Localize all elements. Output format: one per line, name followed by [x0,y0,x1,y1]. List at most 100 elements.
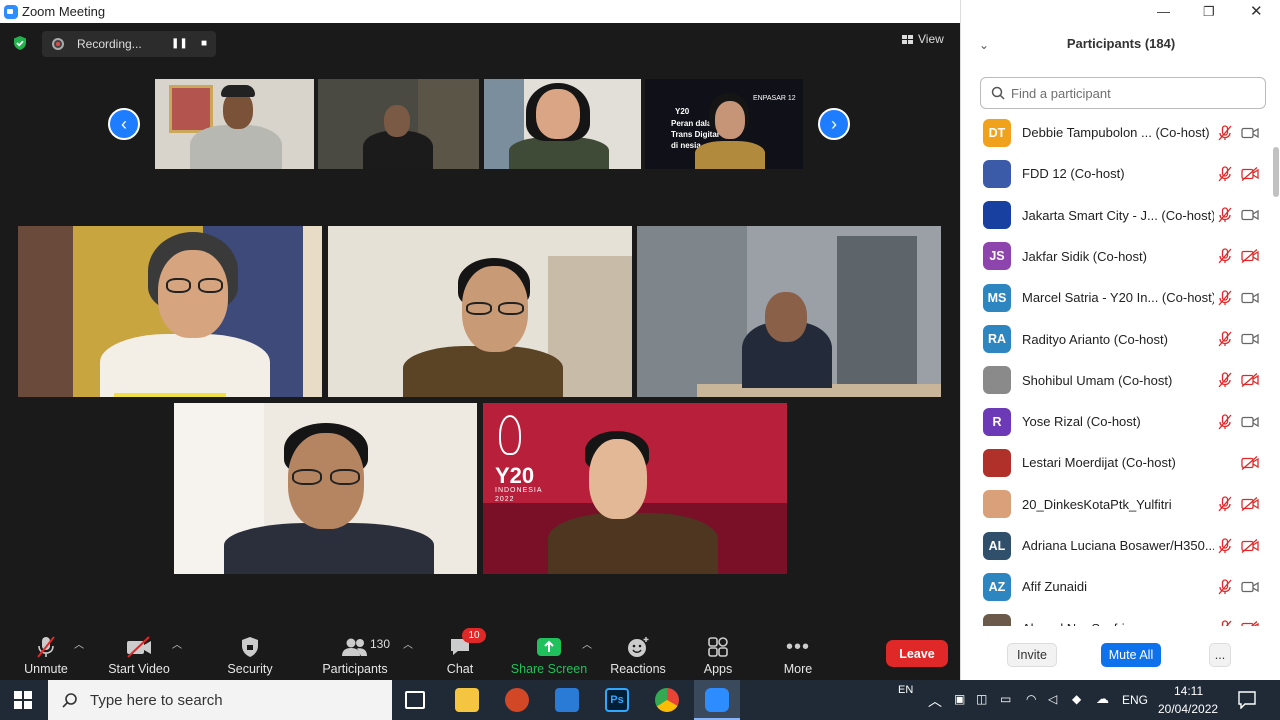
video-tile[interactable] [328,226,632,397]
mic-muted-icon[interactable] [1217,290,1233,306]
video-off-icon[interactable] [1241,166,1259,181]
grid-view-icon [902,34,913,44]
video-icon[interactable] [1241,126,1259,140]
chevron-right-icon: › [831,113,837,134]
participant-row[interactable]: R Yose Rizal (Co-host) [961,401,1271,442]
unmute-button[interactable]: Unmute [18,626,74,680]
clock-time[interactable]: 14:11 [1174,684,1203,698]
security-button[interactable]: Security [222,626,278,680]
mic-muted-icon[interactable] [1217,166,1233,182]
leave-button[interactable]: Leave [886,640,948,667]
participants-options-caret-icon[interactable]: ︿ [403,636,413,651]
stop-recording-icon[interactable]: ■ [198,38,210,50]
participant-row[interactable]: Shohibul Umam (Co-host) [961,360,1271,401]
video-thumbnail[interactable] [484,79,641,169]
language-indicator[interactable]: ENG [1122,693,1148,707]
video-tile[interactable] [174,403,477,574]
pause-recording-icon[interactable]: ❚❚ [171,38,188,50]
audio-options-caret-icon[interactable]: ︿ [74,636,84,651]
video-off-icon[interactable] [1241,497,1259,512]
video-tile[interactable] [18,226,322,397]
video-icon[interactable] [1241,580,1259,594]
invite-button[interactable]: Invite [1007,643,1057,667]
windows-start-icon[interactable] [14,691,32,709]
more-dots-icon: ••• [785,635,810,658]
participant-row[interactable]: 20_DinkesKotaPtk_Yulfitri [961,484,1271,525]
participant-row[interactable]: JS Jakfar Sidik (Co-host) [961,236,1271,277]
video-off-icon[interactable] [1241,249,1259,264]
mic-muted-icon[interactable] [1217,207,1233,223]
participant-row[interactable]: RA Radityo Arianto (Co-host) [961,319,1271,360]
restore-icon[interactable]: ❐ [1203,4,1215,20]
mic-muted-icon[interactable] [1217,579,1233,595]
close-icon[interactable]: ✕ [1250,2,1263,20]
tray-app-icon[interactable]: ▣ [954,692,965,706]
mic-muted-icon[interactable] [1217,496,1233,512]
video-icon[interactable] [1241,415,1259,429]
task-view-icon[interactable] [405,691,425,709]
mute-all-button[interactable]: Mute All [1101,643,1161,667]
participant-search-field[interactable] [980,77,1266,109]
reactions-button[interactable]: Reactions [608,626,668,680]
file-explorer-icon[interactable] [455,688,479,712]
zoom-taskbar-active[interactable] [694,680,740,720]
more-button[interactable]: ••• More [776,626,820,680]
tray-app-icon[interactable]: ◫ [976,692,987,706]
video-options-caret-icon[interactable]: ︿ [172,636,182,651]
participant-row[interactable]: DT Debbie Tampubolon ... (Co-host) [961,112,1271,153]
participant-row[interactable]: AZ Afif Zunaidi [961,566,1271,607]
wifi-icon[interactable]: ◠ [1026,692,1036,706]
video-off-icon[interactable] [1241,538,1259,553]
video-off-icon[interactable] [1241,373,1259,388]
participant-row[interactable]: Lestari Moerdijat (Co-host) [961,442,1271,483]
shield-check-icon[interactable] [12,35,28,51]
minimize-icon[interactable]: — [1157,4,1170,19]
participant-row[interactable]: AL Adriana Luciana Bosawer/H350... [961,525,1271,566]
powerpoint-icon[interactable] [505,688,529,712]
participant-search-input[interactable] [1011,85,1251,101]
video-thumbnail[interactable]: Y20 ENPASAR 12 Peran dalam Trans Digital… [645,79,803,169]
video-tile[interactable]: Y20 INDONESIA 2022 [483,403,787,574]
video-icon[interactable] [1241,332,1259,346]
clock-date[interactable]: 20/04/2022 [1158,702,1218,716]
mail-icon[interactable] [555,688,579,712]
participant-row[interactable]: MS Marcel Satria - Y20 In... (Co-host) [961,277,1271,318]
mic-muted-icon[interactable] [1217,124,1233,141]
share-screen-button[interactable]: Share Screen [510,626,588,680]
video-icon[interactable] [1241,291,1259,305]
participants-scrollbar[interactable] [1273,112,1279,626]
start-video-button[interactable]: Start Video [102,626,176,680]
volume-icon[interactable]: ◁ [1048,692,1057,706]
participants-list: DT Debbie Tampubolon ... (Co-host) FDD 12 … [961,112,1271,626]
video-icon[interactable] [1241,208,1259,222]
participants-button[interactable]: Participants [318,626,392,680]
participants-panel-title: Participants (184) [1066,36,1176,51]
photoshop-icon[interactable]: Ps [605,688,629,712]
share-options-caret-icon[interactable]: ︿ [582,636,592,651]
participant-row[interactable]: FDD 12 (Co-host) [961,153,1271,194]
participant-row[interactable]: Jakarta Smart City - J... (Co-host) [961,195,1271,236]
notification-icon[interactable] [1238,691,1256,709]
chrome-icon[interactable] [655,688,679,712]
mic-muted-icon[interactable] [1217,248,1233,264]
more-options-button[interactable]: ... [1209,643,1231,667]
view-button[interactable]: View [902,32,944,46]
participant-row[interactable]: Ahmad Nur Syafri [961,608,1271,626]
previous-page-button[interactable]: ‹ [108,108,140,140]
avatar [983,159,1011,188]
video-off-icon[interactable] [1241,455,1259,470]
video-thumbnail[interactable] [155,79,314,169]
video-tile[interactable] [637,226,941,397]
mic-muted-icon[interactable] [1217,413,1233,430]
mic-muted-icon[interactable] [1217,537,1233,554]
taskbar-search[interactable]: Type here to search [48,680,392,720]
dropbox-icon[interactable]: ◆ [1072,692,1081,706]
mic-muted-icon[interactable] [1217,372,1233,388]
video-thumbnail[interactable] [318,79,479,169]
next-page-button[interactable]: › [818,108,850,140]
battery-icon[interactable]: ▭ [1000,692,1011,706]
mic-muted-icon[interactable] [1217,331,1233,347]
tray-chevron-icon[interactable]: ︿ [928,691,942,711]
cloud-icon[interactable]: ☁ [1096,691,1109,707]
apps-button[interactable]: Apps [698,626,738,680]
